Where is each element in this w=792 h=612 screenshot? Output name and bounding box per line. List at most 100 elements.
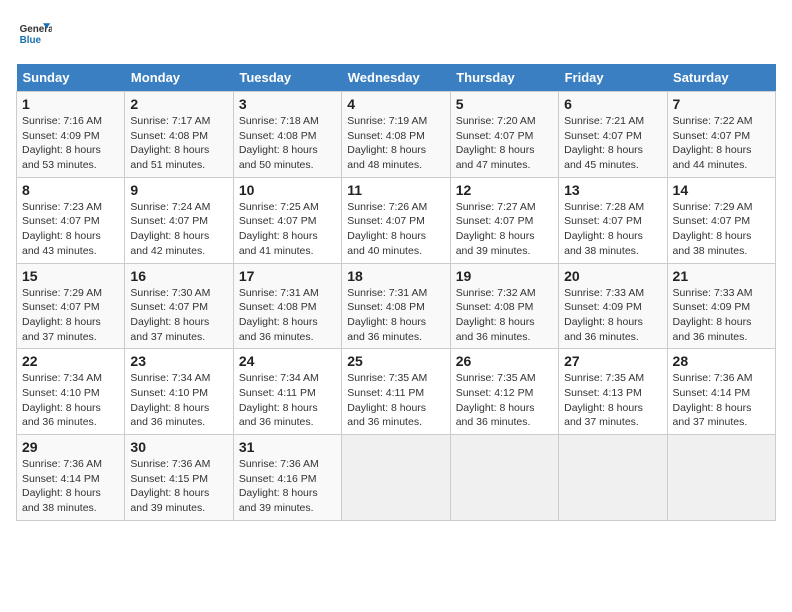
- dow-cell: Monday: [125, 64, 233, 92]
- calendar-cell: 7 Sunrise: 7:22 AM Sunset: 4:07 PM Daylig…: [667, 92, 775, 178]
- day-info: Sunrise: 7:32 AM Sunset: 4:08 PM Dayligh…: [456, 286, 553, 345]
- calendar-week: 8Sunrise: 7:23 AM Sunset: 4:07 PM Daylig…: [17, 177, 776, 263]
- day-number: 6: [564, 96, 661, 112]
- day-number: 17: [239, 268, 336, 284]
- day-number: 29: [22, 439, 119, 455]
- day-info: Sunrise: 7:36 AM Sunset: 4:14 PM Dayligh…: [22, 457, 119, 516]
- calendar-cell: [342, 435, 450, 521]
- calendar-cell: 3 Sunrise: 7:18 AM Sunset: 4:08 PM Daylig…: [233, 92, 341, 178]
- calendar-cell: 26 Sunrise: 7:35 AM Sunset: 4:12 PM Dayli…: [450, 349, 558, 435]
- dow-cell: Friday: [559, 64, 667, 92]
- calendar-cell: 29 Sunrise: 7:36 AM Sunset: 4:14 PM Dayli…: [17, 435, 125, 521]
- day-number: 5: [456, 96, 553, 112]
- calendar-cell: [450, 435, 558, 521]
- calendar-cell: 12 Sunrise: 7:27 AM Sunset: 4:07 PM Dayli…: [450, 177, 558, 263]
- calendar-cell: 9 Sunrise: 7:24 AM Sunset: 4:07 PM Daylig…: [125, 177, 233, 263]
- calendar-cell: 5 Sunrise: 7:20 AM Sunset: 4:07 PM Daylig…: [450, 92, 558, 178]
- calendar-cell: [559, 435, 667, 521]
- day-number: 23: [130, 353, 227, 369]
- page-header: General Blue: [16, 16, 776, 52]
- calendar-week: 22 Sunrise: 7:34 AM Sunset: 4:10 PM Dayli…: [17, 349, 776, 435]
- day-number: 11: [347, 182, 444, 198]
- day-number: 12: [456, 182, 553, 198]
- calendar-cell: 13Sunrise: 7:28 AM Sunset: 4:07 PM Dayli…: [559, 177, 667, 263]
- calendar-table: SundayMondayTuesdayWednesdayThursdayFrid…: [16, 64, 776, 521]
- day-number: 1: [22, 96, 119, 112]
- day-info: Sunrise: 7:17 AM Sunset: 4:08 PM Dayligh…: [130, 114, 227, 173]
- day-info: Sunrise: 7:34 AM Sunset: 4:10 PM Dayligh…: [130, 371, 227, 430]
- day-info: Sunrise: 7:33 AM Sunset: 4:09 PM Dayligh…: [564, 286, 661, 345]
- day-number: 9: [130, 182, 227, 198]
- day-number: 25: [347, 353, 444, 369]
- day-info: Sunrise: 7:35 AM Sunset: 4:12 PM Dayligh…: [456, 371, 553, 430]
- calendar-cell: 27Sunrise: 7:35 AM Sunset: 4:13 PM Dayli…: [559, 349, 667, 435]
- day-number: 24: [239, 353, 336, 369]
- day-number: 21: [673, 268, 770, 284]
- day-number: 14: [673, 182, 770, 198]
- day-info: Sunrise: 7:33 AM Sunset: 4:09 PM Dayligh…: [673, 286, 770, 345]
- calendar-cell: 19 Sunrise: 7:32 AM Sunset: 4:08 PM Dayli…: [450, 263, 558, 349]
- dow-cell: Saturday: [667, 64, 775, 92]
- calendar-cell: 15 Sunrise: 7:29 AM Sunset: 4:07 PM Dayli…: [17, 263, 125, 349]
- day-info: Sunrise: 7:16 AM Sunset: 4:09 PM Dayligh…: [22, 114, 119, 173]
- day-number: 22: [22, 353, 119, 369]
- day-info: Sunrise: 7:34 AM Sunset: 4:10 PM Dayligh…: [22, 371, 119, 430]
- day-number: 7: [673, 96, 770, 112]
- calendar-cell: 16Sunrise: 7:30 AM Sunset: 4:07 PM Dayli…: [125, 263, 233, 349]
- day-info: Sunrise: 7:27 AM Sunset: 4:07 PM Dayligh…: [456, 200, 553, 259]
- day-info: Sunrise: 7:34 AM Sunset: 4:11 PM Dayligh…: [239, 371, 336, 430]
- calendar-cell: 6 Sunrise: 7:21 AM Sunset: 4:07 PM Daylig…: [559, 92, 667, 178]
- day-number: 30: [130, 439, 227, 455]
- day-number: 18: [347, 268, 444, 284]
- calendar-cell: 23 Sunrise: 7:34 AM Sunset: 4:10 PM Dayli…: [125, 349, 233, 435]
- day-info: Sunrise: 7:25 AM Sunset: 4:07 PM Dayligh…: [239, 200, 336, 259]
- day-info: Sunrise: 7:31 AM Sunset: 4:08 PM Dayligh…: [347, 286, 444, 345]
- day-info: Sunrise: 7:29 AM Sunset: 4:07 PM Dayligh…: [22, 286, 119, 345]
- calendar-cell: 14 Sunrise: 7:29 AM Sunset: 4:07 PM Dayli…: [667, 177, 775, 263]
- dow-cell: Tuesday: [233, 64, 341, 92]
- day-number: 20: [564, 268, 661, 284]
- calendar-cell: 20 Sunrise: 7:33 AM Sunset: 4:09 PM Dayli…: [559, 263, 667, 349]
- day-number: 3: [239, 96, 336, 112]
- day-info: Sunrise: 7:22 AM Sunset: 4:07 PM Dayligh…: [673, 114, 770, 173]
- day-info: Sunrise: 7:36 AM Sunset: 4:16 PM Dayligh…: [239, 457, 336, 516]
- day-number: 2: [130, 96, 227, 112]
- day-info: Sunrise: 7:18 AM Sunset: 4:08 PM Dayligh…: [239, 114, 336, 173]
- day-info: Sunrise: 7:29 AM Sunset: 4:07 PM Dayligh…: [673, 200, 770, 259]
- day-number: 10: [239, 182, 336, 198]
- calendar-cell: 11Sunrise: 7:26 AM Sunset: 4:07 PM Dayli…: [342, 177, 450, 263]
- day-number: 28: [673, 353, 770, 369]
- calendar-cell: 25 Sunrise: 7:35 AM Sunset: 4:11 PM Dayli…: [342, 349, 450, 435]
- day-info: Sunrise: 7:36 AM Sunset: 4:14 PM Dayligh…: [673, 371, 770, 430]
- dow-cell: Sunday: [17, 64, 125, 92]
- calendar-cell: 1 Sunrise: 7:16 AM Sunset: 4:09 PM Daylig…: [17, 92, 125, 178]
- logo-icon: General Blue: [16, 16, 52, 52]
- dow-cell: Wednesday: [342, 64, 450, 92]
- calendar-cell: 8Sunrise: 7:23 AM Sunset: 4:07 PM Daylig…: [17, 177, 125, 263]
- calendar-body: 1 Sunrise: 7:16 AM Sunset: 4:09 PM Daylig…: [17, 92, 776, 521]
- day-info: Sunrise: 7:21 AM Sunset: 4:07 PM Dayligh…: [564, 114, 661, 173]
- day-number: 13: [564, 182, 661, 198]
- dow-cell: Thursday: [450, 64, 558, 92]
- day-number: 8: [22, 182, 119, 198]
- day-number: 26: [456, 353, 553, 369]
- day-of-week-header: SundayMondayTuesdayWednesdayThursdayFrid…: [17, 64, 776, 92]
- calendar-cell: 21 Sunrise: 7:33 AM Sunset: 4:09 PM Dayli…: [667, 263, 775, 349]
- day-info: Sunrise: 7:36 AM Sunset: 4:15 PM Dayligh…: [130, 457, 227, 516]
- day-info: Sunrise: 7:35 AM Sunset: 4:11 PM Dayligh…: [347, 371, 444, 430]
- day-number: 15: [22, 268, 119, 284]
- day-info: Sunrise: 7:20 AM Sunset: 4:07 PM Dayligh…: [456, 114, 553, 173]
- svg-text:Blue: Blue: [20, 35, 42, 46]
- day-info: Sunrise: 7:24 AM Sunset: 4:07 PM Dayligh…: [130, 200, 227, 259]
- calendar-cell: 22 Sunrise: 7:34 AM Sunset: 4:10 PM Dayli…: [17, 349, 125, 435]
- calendar-week: 15 Sunrise: 7:29 AM Sunset: 4:07 PM Dayli…: [17, 263, 776, 349]
- calendar-cell: 17Sunrise: 7:31 AM Sunset: 4:08 PM Dayli…: [233, 263, 341, 349]
- calendar-cell: 2 Sunrise: 7:17 AM Sunset: 4:08 PM Daylig…: [125, 92, 233, 178]
- day-info: Sunrise: 7:35 AM Sunset: 4:13 PM Dayligh…: [564, 371, 661, 430]
- logo: General Blue: [16, 16, 52, 52]
- calendar-cell: 18 Sunrise: 7:31 AM Sunset: 4:08 PM Dayli…: [342, 263, 450, 349]
- calendar-cell: [667, 435, 775, 521]
- day-number: 4: [347, 96, 444, 112]
- day-number: 19: [456, 268, 553, 284]
- day-number: 16: [130, 268, 227, 284]
